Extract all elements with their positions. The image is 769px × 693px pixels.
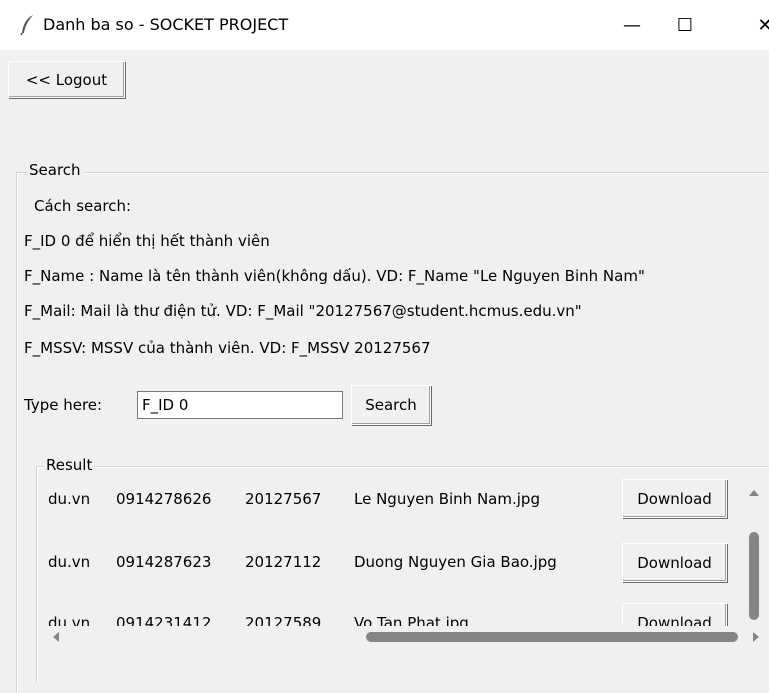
scroll-right-arrow-icon[interactable] bbox=[753, 632, 759, 642]
scroll-left-arrow-icon[interactable] bbox=[53, 632, 59, 642]
mail-cell: du.vn bbox=[48, 490, 91, 508]
phone-cell: 0914287623 bbox=[116, 553, 212, 571]
minimize-icon: — bbox=[623, 14, 641, 36]
instruction-line: F_Mail: Mail là thư điện tử. VD: F_Mail … bbox=[24, 302, 582, 320]
file-cell: Le Nguyen Binh Nam.jpg bbox=[354, 490, 540, 508]
instruction-line: F_Name : Name là tên thành viên(không dấ… bbox=[24, 267, 645, 285]
instruction-line: F_MSSV: MSSV của thành viên. VD: F_MSSV … bbox=[24, 339, 431, 357]
minimize-button[interactable]: — bbox=[602, 0, 662, 50]
logout-button[interactable]: << Logout bbox=[8, 61, 125, 98]
mail-cell: du.vn bbox=[48, 553, 91, 571]
window-title: Danh ba so - SOCKET PROJECT bbox=[43, 15, 289, 34]
instruction-line: F_ID 0 để hiển thị hết thành viên bbox=[24, 232, 270, 250]
feather-icon bbox=[20, 15, 33, 36]
instruction-line: Cách search: bbox=[34, 197, 132, 215]
download-button[interactable]: Download bbox=[622, 479, 727, 518]
vertical-scroll-thumb[interactable] bbox=[749, 532, 759, 620]
phone-cell: 0914278626 bbox=[116, 490, 212, 508]
horizontal-scroll-thumb[interactable] bbox=[366, 632, 738, 642]
close-button[interactable]: ✕ bbox=[735, 0, 769, 50]
title-bar: Danh ba so - SOCKET PROJECT — ☐ ✕ bbox=[0, 0, 769, 50]
search-group-label: Search bbox=[27, 161, 83, 179]
maximize-button[interactable]: ☐ bbox=[655, 0, 715, 50]
search-button[interactable]: Search bbox=[351, 385, 431, 425]
search-input[interactable] bbox=[137, 391, 343, 419]
maximize-icon: ☐ bbox=[676, 14, 694, 36]
result-group-label: Result bbox=[44, 456, 95, 474]
scroll-up-arrow-icon[interactable] bbox=[749, 490, 759, 496]
file-cell: Duong Nguyen Gia Bao.jpg bbox=[354, 553, 557, 571]
mssv-cell: 20127112 bbox=[245, 553, 322, 571]
type-here-label: Type here: bbox=[24, 396, 103, 414]
close-icon: ✕ bbox=[757, 14, 769, 36]
mssv-cell: 20127567 bbox=[245, 490, 322, 508]
download-button[interactable]: Download bbox=[622, 543, 727, 582]
